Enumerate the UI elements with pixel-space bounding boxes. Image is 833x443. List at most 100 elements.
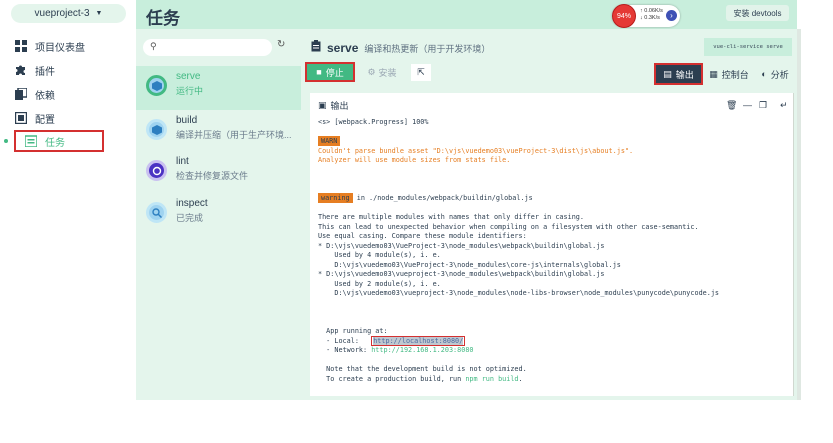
task-subtitle: 编译和热更新（用于开发环境） xyxy=(364,44,491,54)
task-name: serve xyxy=(176,71,201,82)
output-header: ▣ 输出 xyxy=(318,99,349,112)
page-title: 任务 xyxy=(146,9,180,28)
install-button[interactable]: ⚙ 安装 xyxy=(360,64,404,81)
top-bar xyxy=(136,0,797,29)
puzzle-icon xyxy=(14,64,27,77)
task-header: serve 编译和热更新（用于开发环境） xyxy=(311,40,490,55)
scrollbar[interactable] xyxy=(797,29,801,400)
left-nav: vueproject-3 ▼ 项目仪表盘 插件 依赖 配置 任务 xyxy=(0,0,136,400)
log-line: Couldn't parse bundle asset "D:\vjs\vued… xyxy=(318,146,634,155)
network-url-link[interactable]: http://192.168.1.203:8080 xyxy=(371,346,473,354)
app-root: vueproject-3 ▼ 项目仪表盘 插件 依赖 配置 任务 任务 94% … xyxy=(0,0,833,443)
install-devtools-button[interactable]: 安装 devtools xyxy=(726,5,789,21)
sidebar-item-label: 项目仪表盘 xyxy=(35,42,85,54)
active-indicator xyxy=(4,139,8,143)
arrow-right-icon[interactable]: › xyxy=(666,10,677,21)
task-item-lint[interactable]: lint 检查并修复源文件 xyxy=(136,151,301,195)
sidebar-item-label: 配置 xyxy=(35,114,55,126)
sidebar-item-tasks[interactable]: 任务 xyxy=(14,130,104,152)
log-line: D:\vjs\vuedemo03\vueproject-3\node_modul… xyxy=(318,289,720,297)
log-line: There are multiple modules with names th… xyxy=(318,213,584,221)
task-name: lint xyxy=(176,156,189,167)
tab-output[interactable]: ▤ 输出 xyxy=(654,63,703,85)
log-line: Used by 4 module(s), i. e. xyxy=(318,251,441,259)
log-line: * D:\vjs\vuedemo03\vueproject-3\node_mod… xyxy=(318,270,605,278)
local-url-highlight: http://localhost:8080/ xyxy=(371,335,466,346)
task-desc: 编译并压缩（用于生产环境... xyxy=(176,130,292,140)
tab-label: 控制台 xyxy=(721,69,749,80)
clipboard-icon xyxy=(311,40,321,55)
refresh-icon[interactable]: ↻ xyxy=(277,39,285,50)
speed-up: 0.06K/s xyxy=(644,8,663,14)
output-title: 输出 xyxy=(330,101,349,111)
project-selector[interactable]: vueproject-3 ▼ xyxy=(11,4,126,23)
log-line: This can lead to unexpected behavior whe… xyxy=(318,222,699,231)
gear-icon: ⚙ xyxy=(367,67,376,77)
minimize-icon[interactable]: — xyxy=(743,100,752,110)
log-line: in ./node_modules/webpack/buildin/global… xyxy=(352,194,533,202)
task-item-serve[interactable]: serve 运行中 xyxy=(136,66,301,110)
clear-icon[interactable]: 🗑 xyxy=(726,100,737,111)
install-label: 安装 xyxy=(378,68,397,78)
task-desc: 检查并修复源文件 xyxy=(176,171,249,181)
stop-icon: ■ xyxy=(316,67,322,77)
log-line: - Network: xyxy=(318,346,372,354)
task-item-inspect[interactable]: inspect 已完成 xyxy=(136,193,301,237)
chevron-down-icon: ▼ xyxy=(95,10,103,17)
speed-down: 0.3K/s xyxy=(644,15,660,21)
warn-badge: WARN xyxy=(318,136,341,146)
build-command: npm run build xyxy=(465,374,519,383)
task-title: serve xyxy=(327,41,359,55)
stop-button[interactable]: ■ 停止 xyxy=(305,62,355,82)
log-line: To create a production build, run xyxy=(318,374,466,383)
terminal-log: <s> [webpack.Progress] 100% WARN Couldn'… xyxy=(318,118,719,384)
sidebar-item-dependencies[interactable]: 依赖 xyxy=(14,85,124,103)
log-line: Used by 2 module(s), i. e. xyxy=(318,279,441,288)
speed-readout: ↑ 0.06K/s ↓ 0.3K/s xyxy=(640,8,663,21)
log-line: Note that the development build is not o… xyxy=(318,365,527,373)
tab-analyze[interactable]: ◐ 分析 xyxy=(755,63,795,85)
dependencies-icon xyxy=(14,88,27,101)
open-external-button[interactable]: ⇱ xyxy=(411,64,431,81)
search-icon: ⚲ xyxy=(150,41,157,51)
task-desc: 运行中 xyxy=(176,86,204,96)
log-line: <s> [webpack.Progress] 100% xyxy=(318,118,429,126)
cube-icon xyxy=(146,75,167,96)
task-item-build[interactable]: build 编译并压缩（用于生产环境... xyxy=(136,110,301,154)
command-label: vue-cli-service serve xyxy=(704,38,792,56)
dashboard-icon xyxy=(14,40,27,53)
network-speed-widget[interactable]: 94% ↑ 0.06K/s ↓ 0.3K/s › xyxy=(612,4,680,28)
tasks-icon xyxy=(24,135,37,148)
log-line: D:\vjs\vuedemo03\VueProject-3\node_modul… xyxy=(318,260,621,269)
config-icon xyxy=(14,112,27,125)
cube-icon xyxy=(146,119,167,140)
terminal-icon: ▣ xyxy=(318,100,327,110)
local-url-link[interactable]: http://localhost:8080/ xyxy=(373,336,464,345)
tab-dashboard[interactable]: ▦ 控制台 xyxy=(705,63,753,85)
task-name: build xyxy=(176,115,198,126)
copy-icon[interactable]: ❐ xyxy=(759,100,767,111)
sidebar-item-label: 插件 xyxy=(35,66,55,78)
log-line: Use equal casing. Compare these module i… xyxy=(318,232,527,240)
tab-label: 分析 xyxy=(770,69,789,80)
sidebar-item-label: 依赖 xyxy=(35,90,55,102)
sidebar-item-plugins[interactable]: 插件 xyxy=(14,61,124,79)
eslint-icon xyxy=(146,160,167,181)
log-line: . xyxy=(518,374,523,383)
sidebar-item-config[interactable]: 配置 xyxy=(14,109,124,127)
dashboard-icon: ▦ xyxy=(709,68,718,79)
search-input[interactable]: ⚲ xyxy=(143,39,272,56)
log-line: App running at: xyxy=(318,327,388,335)
analyze-icon: ◐ xyxy=(761,69,767,79)
sidebar-item-label: 任务 xyxy=(45,137,65,149)
project-name: vueproject-3 xyxy=(34,8,90,19)
sidebar-item-dashboard[interactable]: 项目仪表盘 xyxy=(14,37,124,55)
wrap-icon[interactable]: ↵ xyxy=(780,100,788,111)
log-line: - Local: xyxy=(318,336,372,345)
inspect-icon xyxy=(146,202,167,223)
open-external-icon: ⇱ xyxy=(417,67,425,77)
log-line: Analyzer will use module sizes from stat… xyxy=(318,156,511,164)
warning-badge: warning xyxy=(318,193,353,203)
speed-percent: 94% xyxy=(612,4,636,28)
task-name: inspect xyxy=(176,198,208,209)
